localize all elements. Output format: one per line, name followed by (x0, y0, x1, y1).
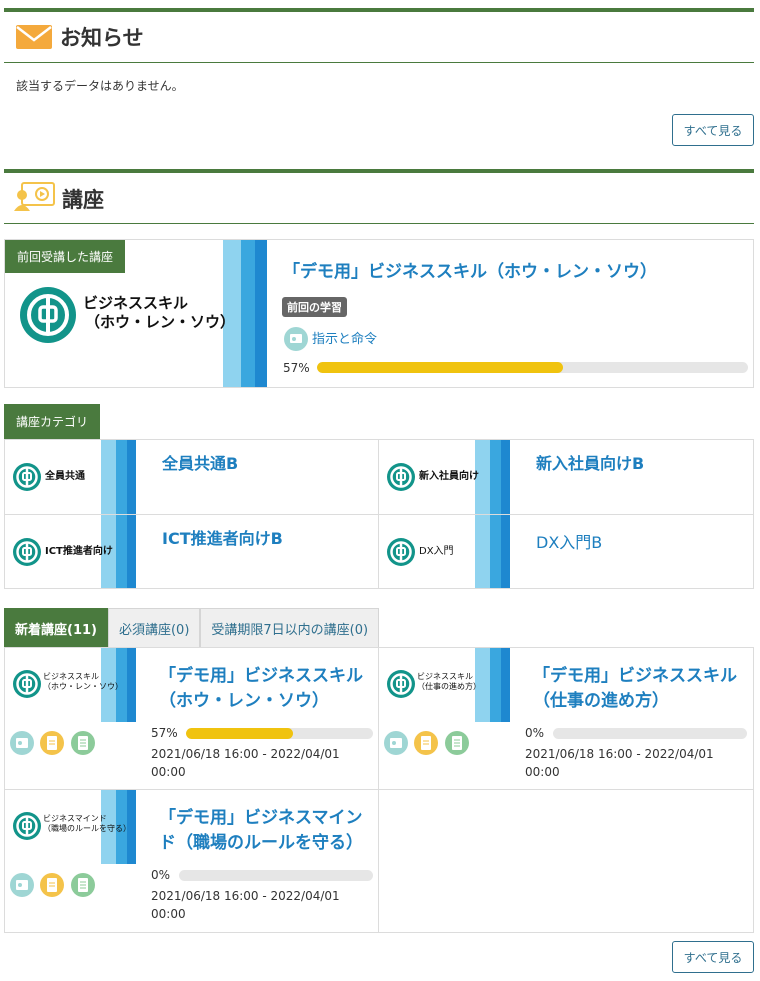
course-title[interactable]: 「デモ用」ビジネススキル （仕事の進め方） (533, 664, 737, 714)
company-logo (13, 812, 41, 840)
category-thumbnail-text: DX入門 (419, 546, 454, 557)
course-title-line2: ド（職場のルールを守る） (159, 833, 363, 853)
category-title[interactable]: 全員共通B (162, 450, 238, 474)
thumbnail-text-line1: ビジネススキル (43, 672, 99, 681)
courses-see-all-button[interactable]: すべて見る (672, 941, 754, 973)
envelope-icon (16, 25, 52, 49)
company-logo (387, 463, 415, 491)
document-icon (414, 731, 438, 755)
company-logo (13, 463, 41, 491)
course-period-line1: 2021/06/18 16:00 - 2022/04/01 (151, 747, 340, 761)
last-course-progress-bar (317, 362, 748, 373)
list-icon (71, 731, 95, 755)
category-thumbnail: ICT推進者向け (5, 515, 136, 588)
course-card[interactable]: ビジネスマインド （職場のルールを守る） 「デモ用」ビジネスマイン ド（職場のル… (5, 790, 379, 932)
notice-header: お知らせ (4, 8, 754, 63)
new-courses-grid: ビジネススキル （ホウ・レン・ソウ） 「デモ用」ビジネススキル （ホウ・レン・ソ… (4, 647, 754, 933)
last-course-title[interactable]: 「デモ用」ビジネススキル（ホウ・レン・ソウ） (283, 257, 657, 282)
company-logo (387, 670, 415, 698)
progress-fill (317, 362, 563, 373)
course-progress-label: 57% (151, 726, 178, 740)
category-thumbnail: 全員共通 (5, 440, 136, 514)
company-logo (13, 670, 41, 698)
course-thumbnail[interactable]: ビジネスマインド （職場のルールを守る） (5, 790, 136, 864)
course-period-line2: 00:00 (151, 907, 186, 921)
courses-title: 講座 (62, 188, 104, 212)
list-icon (445, 731, 469, 755)
document-icon (40, 731, 64, 755)
course-progress-bar (186, 728, 373, 739)
company-logo (20, 287, 76, 343)
course-period-line1: 2021/06/18 16:00 - 2022/04/01 (151, 889, 340, 903)
course-tabs: 新着講座(11) 必須講座(0) 受講期限7日以内の講座(0) (4, 608, 380, 647)
course-title-line1: 「デモ用」ビジネススキル (159, 666, 363, 686)
tab-deadline-courses[interactable]: 受講期限7日以内の講座(0) (200, 608, 380, 647)
thumbnail-text-line1: ビジネススキル (417, 672, 473, 681)
notice-section: お知らせ 該当するデータはありません。 すべて見る (4, 8, 754, 156)
course-thumbnail[interactable]: ビジネススキル （ホウ・レン・ソウ） (5, 648, 136, 722)
video-icon (10, 873, 34, 897)
last-learning-badge: 前回の学習 (282, 297, 347, 317)
last-course-progress-label: 57% (283, 361, 310, 375)
category-tag: 講座カテゴリ (4, 404, 101, 439)
courses-header: 講座 (4, 169, 754, 224)
document-icon (40, 873, 64, 897)
category-card[interactable]: 新入社員向け 新入社員向けB (379, 440, 753, 515)
course-title[interactable]: 「デモ用」ビジネススキル （ホウ・レン・ソウ） (159, 664, 363, 714)
course-title-line2: （ホウ・レン・ソウ） (159, 691, 329, 711)
video-icon (10, 731, 34, 755)
company-logo (387, 538, 415, 566)
course-period-line1: 2021/06/18 16:00 - 2022/04/01 (525, 747, 714, 761)
course-title[interactable]: 「デモ用」ビジネスマイン ド（職場のルールを守る） (159, 806, 363, 856)
thumbnail-text-line2: （職場のルールを守る） (43, 824, 131, 833)
course-progress-bar (553, 728, 747, 739)
video-lesson-icon (14, 181, 56, 213)
course-title-line2: （仕事の進め方） (533, 691, 669, 711)
category-thumbnail-text: ICT推進者向け (45, 546, 113, 557)
course-period: 2021/06/18 16:00 - 2022/04/01 00:00 (525, 745, 714, 781)
thumbnail-text-line2: （仕事の進め方） (417, 682, 481, 691)
category-thumbnail-text: 新入社員向け (419, 471, 479, 482)
category-title[interactable]: 新入社員向けB (536, 450, 644, 474)
course-period-line2: 00:00 (151, 765, 186, 779)
thumbnail-text-line1: ビジネススキル (83, 294, 189, 312)
category-thumbnail-text: 全員共通 (45, 471, 85, 482)
list-icon (71, 873, 95, 897)
video-icon (384, 731, 408, 755)
course-period: 2021/06/18 16:00 - 2022/04/01 00:00 (151, 887, 340, 923)
notice-empty-message: 該当するデータはありません。 (16, 79, 184, 93)
last-lesson-link[interactable]: 指示と命令 (312, 328, 377, 347)
category-card[interactable]: ICT推進者向け ICT推進者向けB (5, 515, 379, 588)
course-card[interactable]: ビジネススキル （仕事の進め方） 「デモ用」ビジネススキル （仕事の進め方） 0… (379, 648, 753, 790)
course-card[interactable]: ビジネススキル （ホウ・レン・ソウ） 「デモ用」ビジネススキル （ホウ・レン・ソ… (5, 648, 379, 790)
notice-title: お知らせ (60, 26, 144, 50)
video-lesson-icon (284, 327, 308, 351)
tab-required-courses[interactable]: 必須講座(0) (107, 608, 201, 647)
course-progress-label: 0% (525, 726, 545, 740)
category-grid: 全員共通 全員共通B 新入社員向け 新入社員向けB ICT推進者向け ICT推進… (4, 439, 754, 589)
thumbnail-text-line2: （ホウ・レン・ソウ） (43, 682, 123, 691)
last-course-tag: 前回受講した講座 (5, 240, 126, 273)
category-title[interactable]: ICT推進者向けB (162, 525, 283, 549)
last-course-card[interactable]: ビジネススキル （ホウ・レン・ソウ） 前回受講した講座 「デモ用」ビジネススキル… (4, 239, 754, 388)
category-thumbnail: 新入社員向け (379, 440, 510, 514)
progress-fill (186, 728, 293, 739)
course-progress-bar (179, 870, 373, 881)
courses-header-section: 講座 (4, 169, 754, 224)
category-thumbnail: DX入門 (379, 515, 510, 588)
thumbnail-text-line1: ビジネスマインド (43, 814, 107, 823)
tab-new-courses[interactable]: 新着講座(11) (4, 608, 108, 647)
course-progress-label: 0% (151, 868, 171, 882)
category-card[interactable]: 全員共通 全員共通B (5, 440, 379, 515)
thumbnail-text-line2: （ホウ・レン・ソウ） (85, 312, 236, 331)
course-title-line1: 「デモ用」ビジネスマイン (159, 808, 363, 828)
category-card[interactable]: DX入門 DX入門B (379, 515, 753, 588)
category-title[interactable]: DX入門B (536, 529, 602, 553)
course-period-line2: 00:00 (525, 765, 560, 779)
course-period: 2021/06/18 16:00 - 2022/04/01 00:00 (151, 745, 340, 781)
notice-see-all-button[interactable]: すべて見る (672, 114, 754, 146)
course-title-line1: 「デモ用」ビジネススキル (533, 666, 737, 686)
company-logo (13, 538, 41, 566)
course-thumbnail[interactable]: ビジネススキル （仕事の進め方） (379, 648, 510, 722)
